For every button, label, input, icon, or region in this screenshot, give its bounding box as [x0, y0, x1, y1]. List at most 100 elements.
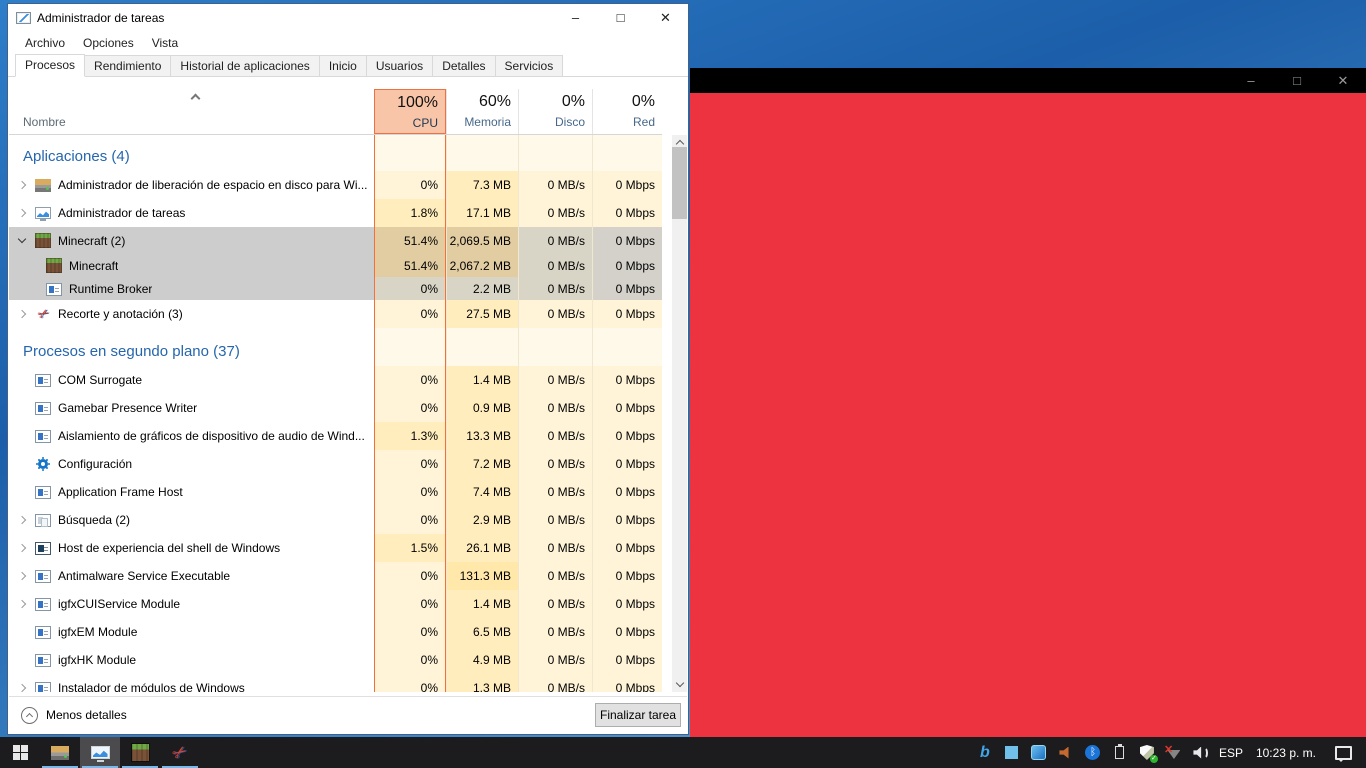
- table-row[interactable]: Instalador de módulos de Windows0%1.3 MB…: [9, 674, 662, 692]
- close-button[interactable]: ✕: [643, 4, 688, 31]
- table-row[interactable]: Minecraft (2)51.4%2,069.5 MB0 MB/s0 Mbps: [9, 227, 662, 254]
- table-row[interactable]: Gamebar Presence Writer0%0.9 MB0 MB/s0 M…: [9, 394, 662, 422]
- chevron-down-icon[interactable]: [9, 239, 35, 242]
- titlebar[interactable]: Administrador de tareas – □ ✕: [8, 4, 688, 31]
- table-group-header[interactable]: Procesos en segundo plano (37): [9, 328, 662, 366]
- column-usage-percent: 0%: [562, 93, 585, 111]
- cell-mem: 0.9 MB: [446, 394, 518, 422]
- cell-net: 0 Mbps: [592, 506, 662, 534]
- chevron-right-icon[interactable]: [9, 601, 35, 607]
- table-row[interactable]: Minecraft51.4%2,067.2 MB0 MB/s0 Mbps: [9, 254, 662, 277]
- table-row[interactable]: Administrador de tareas1.8%17.1 MB0 MB/s…: [9, 199, 662, 227]
- windows-logo-icon: [13, 745, 28, 760]
- group-header-label: Aplicaciones (4): [9, 148, 130, 171]
- column-header-net[interactable]: 0%Red: [592, 89, 662, 134]
- start-button[interactable]: [0, 737, 40, 768]
- table-row[interactable]: Aislamiento de gráficos de dispositivo d…: [9, 422, 662, 450]
- table-row[interactable]: Antimalware Service Executable0%131.3 MB…: [9, 562, 662, 590]
- window-icon: [35, 682, 51, 692]
- cell-cpu: 0%: [374, 590, 446, 618]
- volume-icon[interactable]: [1192, 744, 1210, 762]
- table-row[interactable]: Application Frame Host0%7.4 MB0 MB/s0 Mb…: [9, 478, 662, 506]
- chevron-right-icon[interactable]: [9, 545, 35, 551]
- collapse-circle-icon[interactable]: [21, 707, 38, 724]
- process-name: Instalador de módulos de Windows: [58, 681, 245, 692]
- scrollbar[interactable]: [672, 135, 687, 692]
- table-row[interactable]: Configuración0%7.2 MB0 MB/s0 Mbps: [9, 450, 662, 478]
- cell-mem: 7.4 MB: [446, 478, 518, 506]
- taskbar-app-disk-cleanup[interactable]: [40, 737, 80, 768]
- taskbar-app-minecraft[interactable]: [120, 737, 160, 768]
- window-icon: [35, 402, 51, 415]
- cell-mem: 4.9 MB: [446, 646, 518, 674]
- tab-rendimiento[interactable]: Rendimiento: [84, 55, 171, 76]
- cell-disk: 0 MB/s: [518, 562, 592, 590]
- tab-servicios[interactable]: Servicios: [495, 55, 564, 76]
- process-name: Aislamiento de gráficos de dispositivo d…: [58, 429, 365, 443]
- table-group-header[interactable]: Aplicaciones (4): [9, 135, 662, 171]
- cell-cpu: 51.4%: [374, 227, 446, 254]
- chevron-right-icon[interactable]: [9, 517, 35, 523]
- table-row[interactable]: Host de experiencia del shell de Windows…: [9, 534, 662, 562]
- chevron-right-icon[interactable]: [9, 182, 35, 188]
- menu-opciones[interactable]: Opciones: [74, 33, 143, 53]
- table-row[interactable]: igfxHK Module0%4.9 MB0 MB/s0 Mbps: [9, 646, 662, 674]
- minecraft-icon: [35, 233, 51, 248]
- less-details-button[interactable]: Menos detalles: [46, 708, 595, 722]
- network-disconnected-icon[interactable]: [1165, 744, 1183, 762]
- table-row[interactable]: Recorte y anotación (3)0%27.5 MB0 MB/s0 …: [9, 300, 662, 328]
- maximize-button[interactable]: □: [1274, 68, 1320, 93]
- process-name: Administrador de tareas: [58, 206, 185, 220]
- chevron-right-icon[interactable]: [9, 685, 35, 691]
- maximize-button[interactable]: □: [598, 4, 643, 31]
- name-column-header[interactable]: Nombre: [9, 89, 374, 134]
- column-header-disk[interactable]: 0%Disco: [518, 89, 592, 134]
- window-dark-icon: [35, 542, 51, 555]
- language-indicator[interactable]: ESP: [1219, 746, 1243, 760]
- bluetooth-icon[interactable]: [1084, 744, 1102, 762]
- cell-net: 0 Mbps: [592, 422, 662, 450]
- tab-historial[interactable]: Historial de aplicaciones: [170, 55, 319, 76]
- blue-square-icon[interactable]: [1003, 744, 1021, 762]
- taskbar: ESP 10:23 p. m.: [0, 737, 1366, 768]
- table-row[interactable]: COM Surrogate0%1.4 MB0 MB/s0 Mbps: [9, 366, 662, 394]
- bing-icon[interactable]: [976, 744, 994, 762]
- action-center-icon[interactable]: [1335, 746, 1352, 760]
- defender-shield-icon[interactable]: [1138, 744, 1156, 762]
- table-row[interactable]: Runtime Broker0%2.2 MB0 MB/s0 Mbps: [9, 277, 662, 300]
- column-header-cpu[interactable]: 100%CPU: [374, 89, 446, 134]
- tab-procesos[interactable]: Procesos: [15, 54, 85, 77]
- minimize-button[interactable]: –: [553, 4, 598, 31]
- end-task-button[interactable]: Finalizar tarea: [595, 703, 681, 727]
- audio-manager-icon[interactable]: [1057, 744, 1075, 762]
- column-header-mem[interactable]: 60%Memoria: [446, 89, 518, 134]
- window-light-icon: [35, 514, 51, 527]
- table-row[interactable]: igfxEM Module0%6.5 MB0 MB/s0 Mbps: [9, 618, 662, 646]
- chevron-right-icon[interactable]: [9, 210, 35, 216]
- cell-cpu: 1.3%: [374, 422, 446, 450]
- process-name-cell: igfxEM Module: [9, 618, 374, 646]
- close-button[interactable]: ✕: [1320, 68, 1366, 93]
- tab-detalles[interactable]: Detalles: [432, 55, 495, 76]
- chevron-right-icon[interactable]: [9, 311, 35, 317]
- taskbar-app-task-manager[interactable]: [80, 737, 120, 768]
- table-row[interactable]: Búsqueda (2)0%2.9 MB0 MB/s0 Mbps: [9, 506, 662, 534]
- clock[interactable]: 10:23 p. m.: [1256, 746, 1316, 760]
- usb-icon[interactable]: [1111, 744, 1129, 762]
- menu-archivo[interactable]: Archivo: [16, 33, 74, 53]
- minecraft-icon: [131, 743, 150, 762]
- blue-app-icon[interactable]: [1030, 744, 1048, 762]
- chevron-right-icon[interactable]: [9, 573, 35, 579]
- minimize-button[interactable]: –: [1228, 68, 1274, 93]
- cell-mem: 1.4 MB: [446, 366, 518, 394]
- table-row[interactable]: Administrador de liberación de espacio e…: [9, 171, 662, 199]
- process-name: Antimalware Service Executable: [58, 569, 230, 583]
- scroll-down-button[interactable]: [672, 677, 687, 692]
- cell-disk: 0 MB/s: [518, 590, 592, 618]
- scrollbar-thumb[interactable]: [672, 147, 687, 219]
- taskbar-app-snip-sketch[interactable]: [160, 737, 200, 768]
- tab-inicio[interactable]: Inicio: [319, 55, 367, 76]
- menu-vista[interactable]: Vista: [143, 33, 187, 53]
- tab-usuarios[interactable]: Usuarios: [366, 55, 433, 76]
- table-row[interactable]: igfxCUIService Module0%1.4 MB0 MB/s0 Mbp…: [9, 590, 662, 618]
